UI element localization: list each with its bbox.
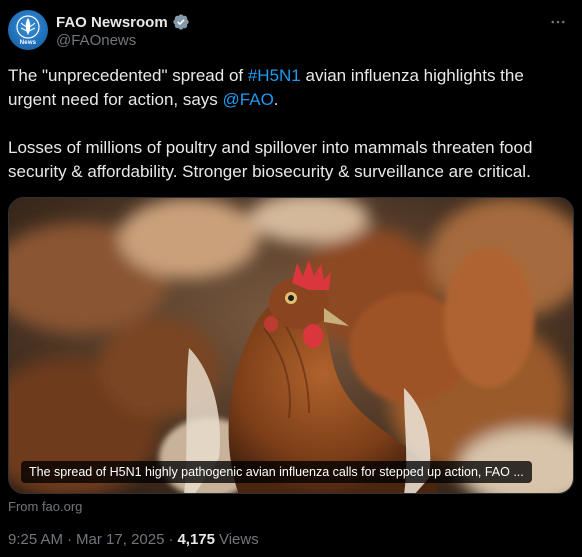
tweet-text: The "unprecedented" spread of #H5N1 avia… xyxy=(8,64,574,184)
views-count: 4,175 xyxy=(177,531,215,548)
author-display-name[interactable]: FAO Newsroom xyxy=(56,14,168,31)
mention-link[interactable]: @FAO xyxy=(223,90,274,109)
tweet-meta: 9:25 AM · Mar 17, 2025 · 4,175 Views xyxy=(8,531,259,548)
media-card[interactable]: The spread of H5N1 highly pathogenic avi… xyxy=(8,197,574,494)
meta-separator: · xyxy=(67,531,73,548)
tweet: News FAO Newsroom @FAOnews The "unpreced… xyxy=(0,0,582,557)
link-source[interactable]: From fao.org xyxy=(8,499,82,514)
tweet-time[interactable]: 9:25 AM xyxy=(8,531,63,548)
author-name-row: FAO Newsroom xyxy=(56,12,190,32)
views-label: Views xyxy=(218,531,259,548)
hashtag-link[interactable]: #H5N1 xyxy=(248,66,301,85)
tweet-date[interactable]: Mar 17, 2025 xyxy=(76,531,164,548)
tweet-paragraph-1: The "unprecedented" spread of #H5N1 avia… xyxy=(8,64,574,112)
avatar[interactable]: News xyxy=(8,10,48,50)
tweet-text-segment: . xyxy=(273,90,279,109)
tweet-text-segment: The "unprecedented" spread of xyxy=(8,66,248,85)
author-handle[interactable]: @FAOnews xyxy=(56,32,136,49)
more-horizontal-icon[interactable] xyxy=(548,12,568,32)
meta-separator: · xyxy=(168,531,174,548)
chicken-photo xyxy=(9,198,573,493)
verified-badge-icon[interactable] xyxy=(172,13,190,31)
media-caption: The spread of H5N1 highly pathogenic avi… xyxy=(21,461,532,483)
avatar-label: News xyxy=(19,40,37,46)
tweet-paragraph-2: Losses of millions of poultry and spillo… xyxy=(8,138,533,181)
